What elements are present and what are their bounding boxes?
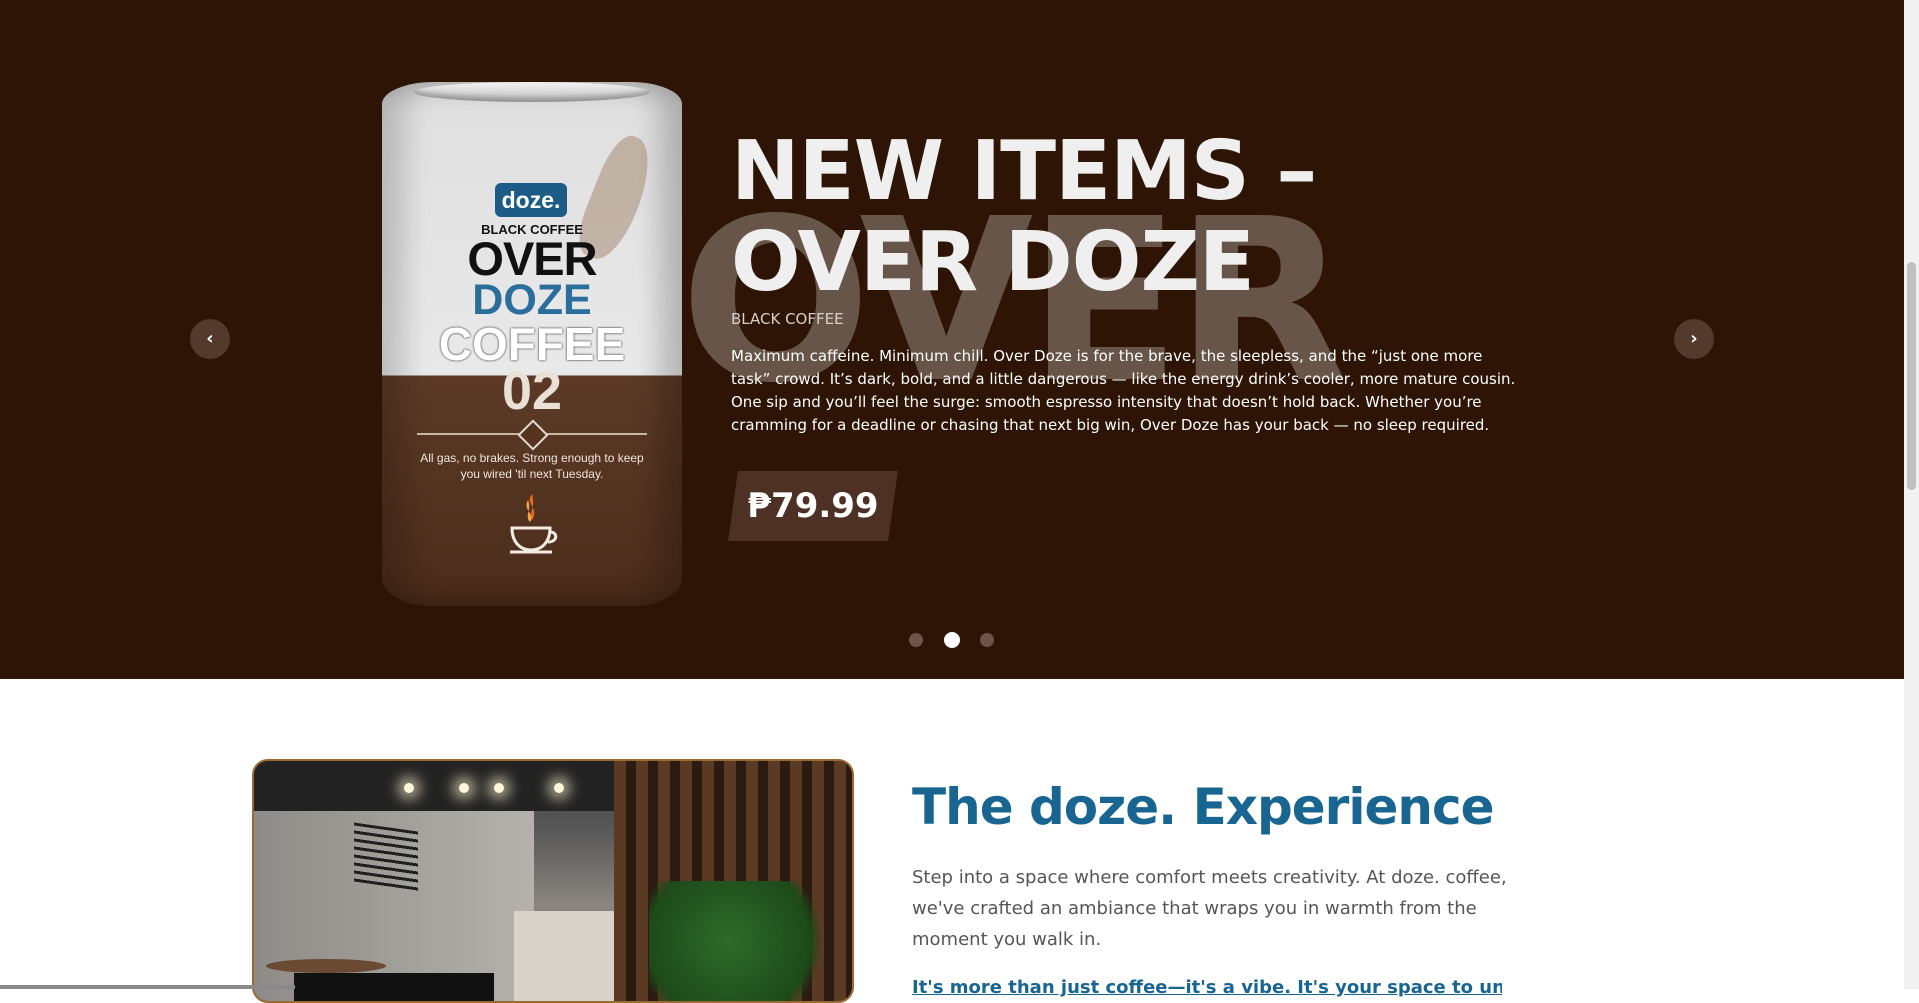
product-can-image: doze. BLACK COFFEE OVER DOZE COFFEE 02 A… (382, 82, 682, 606)
slide-title-line-2: OVER DOZE (731, 215, 1255, 310)
experience-heading: The doze. Experience (912, 778, 1495, 836)
photo-light (554, 783, 564, 793)
photo-table (266, 959, 386, 973)
hero-slider: OVER doze. BLACK COFFEE OVER DOZE COFFEE… (0, 0, 1904, 679)
cafe-interior-photo (252, 759, 854, 1003)
can-rim (414, 82, 650, 102)
photo-light (404, 783, 414, 793)
price-value: ₱79.99 (747, 486, 879, 526)
slide-subtitle: BLACK COFFEE (731, 310, 844, 328)
photo-light (459, 783, 469, 793)
can-line-2: DOZE (472, 276, 592, 324)
can-number: 02 (501, 361, 563, 421)
horizontal-scroll-indicator (0, 985, 295, 989)
experience-link[interactable]: It's more than just coffee—it's a vibe. … (912, 977, 1502, 998)
photo-wall-lettering (354, 822, 418, 892)
photo-light (494, 783, 504, 793)
carousel-dot-3[interactable] (980, 633, 994, 647)
scrollbar-thumb[interactable] (1907, 262, 1916, 490)
coffee-cup-icon (510, 494, 558, 554)
slide-description: Maximum caffeine. Minimum chill. Over Do… (731, 347, 1516, 434)
vertical-scrollbar[interactable] (1904, 0, 1919, 989)
carousel-dot-2[interactable] (944, 632, 960, 648)
can-tagline: All gas, no brakes. Strong enough to kee… (420, 451, 644, 482)
slide-title: NEW ITEMS – OVER DOZE (731, 124, 1317, 310)
diamond-ornament-icon (517, 419, 549, 451)
can-logo: doze. (495, 183, 567, 217)
slide-title-line-1: NEW ITEMS – (731, 124, 1317, 219)
photo-counter (514, 911, 624, 1001)
photo-chairs (294, 973, 494, 1001)
price-badge: ₱79.99 (728, 471, 898, 541)
photo-plant (649, 881, 849, 1001)
chevron-left-icon: ‹ (206, 328, 214, 349)
experience-text: Step into a space where comfort meets cr… (912, 867, 1507, 950)
carousel-next-button[interactable]: › (1674, 319, 1714, 359)
carousel-dot-1[interactable] (909, 633, 923, 647)
carousel-prev-button[interactable]: ‹ (190, 319, 230, 359)
chevron-right-icon: › (1690, 328, 1698, 349)
